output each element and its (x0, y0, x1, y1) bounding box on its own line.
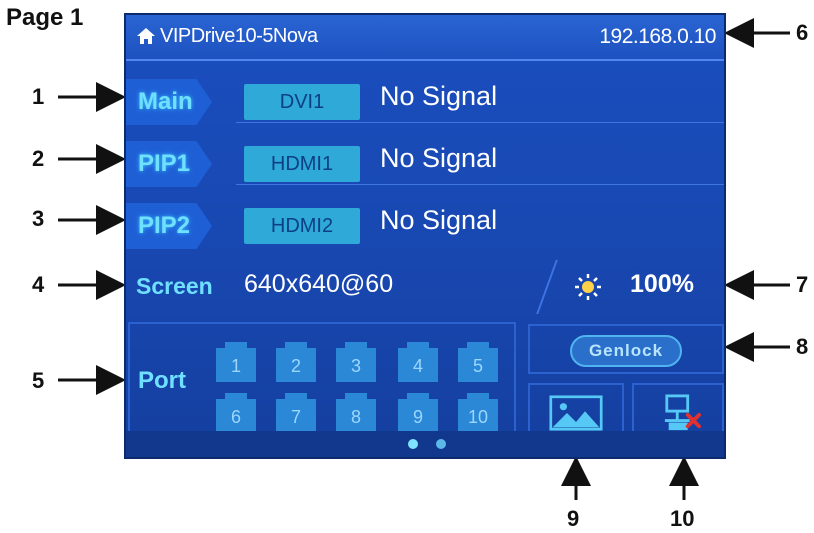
callout-4: 4 (32, 272, 45, 297)
screen-label: Screen (136, 273, 213, 299)
layer-tag-pip2[interactable]: PIP2 (126, 203, 212, 249)
image-icon (549, 395, 603, 431)
top-bar: VIPDrive10-5Nova 192.168.0.10 (126, 15, 724, 61)
layer-row-pip1[interactable]: PIP1 HDMI1 No Signal (126, 131, 724, 189)
port-number: 5 (472, 356, 483, 376)
port-10[interactable]: 10 (458, 393, 498, 433)
layer-row-main[interactable]: Main DVI1 No Signal (126, 69, 724, 127)
port-number: 6 (230, 407, 241, 427)
brightness-value[interactable]: 100% (630, 270, 694, 299)
port-5[interactable]: 5 (458, 342, 498, 382)
divider (236, 122, 724, 123)
divider (236, 184, 724, 185)
port-label: Port (138, 367, 186, 394)
page-dot-active[interactable] (408, 439, 418, 449)
port-number: 2 (290, 356, 301, 376)
page-dot[interactable] (436, 439, 446, 449)
port-number: 3 (350, 356, 361, 376)
genlock-button[interactable]: Genlock (570, 335, 682, 367)
device-name: VIPDrive10-5Nova (160, 25, 318, 47)
callout-6: 6 (796, 20, 809, 45)
signal-status-pip2: No Signal (380, 205, 498, 235)
layer-tag-pip1[interactable]: PIP1 (126, 141, 212, 187)
callout-8: 8 (796, 334, 809, 359)
port-4[interactable]: 4 (398, 342, 438, 382)
signal-status-pip1: No Signal (380, 143, 498, 173)
screen-resolution: 640x640@60 (244, 270, 394, 298)
callout-10: 10 (670, 506, 695, 531)
port-number: 1 (230, 356, 241, 376)
callout-3: 3 (32, 206, 45, 231)
network-disconnected-icon (664, 394, 701, 431)
port-number: 9 (412, 407, 423, 427)
screen-info-row[interactable]: Screen 640x640@60 100% (126, 260, 724, 318)
callout-7: 7 (796, 272, 809, 297)
device-screen: VIPDrive10-5Nova 192.168.0.10 Main DVI1 … (124, 13, 726, 459)
port-6[interactable]: 6 (216, 393, 256, 433)
port-number: 10 (467, 407, 489, 427)
port-3[interactable]: 3 (336, 342, 376, 382)
callout-5: 5 (32, 368, 45, 393)
home-icon[interactable] (136, 27, 156, 45)
port-8[interactable]: 8 (336, 393, 376, 433)
genlock-panel: Genlock (528, 324, 724, 374)
layer-tag-main[interactable]: Main (126, 79, 212, 125)
layer-row-pip2[interactable]: PIP2 HDMI2 No Signal (126, 193, 724, 251)
page-indicator (126, 431, 724, 457)
sun-icon[interactable] (574, 273, 602, 301)
callout-1: 1 (32, 84, 45, 109)
port-1[interactable]: 1 (216, 342, 256, 382)
source-button-pip1[interactable]: HDMI1 (244, 146, 360, 182)
callout-2: 2 (32, 146, 45, 171)
port-7[interactable]: 7 (276, 393, 316, 433)
ip-address: 192.168.0.10 (599, 25, 716, 48)
port-9[interactable]: 9 (398, 393, 438, 433)
port-number: 7 (290, 407, 301, 427)
page-title: Page 1 (6, 4, 84, 31)
port-number: 8 (350, 407, 361, 427)
port-number: 4 (412, 356, 423, 376)
signal-status-main: No Signal (380, 81, 498, 111)
source-button-main[interactable]: DVI1 (244, 84, 360, 120)
source-button-pip2[interactable]: HDMI2 (244, 208, 360, 244)
callout-9: 9 (567, 506, 580, 531)
port-2[interactable]: 2 (276, 342, 316, 382)
